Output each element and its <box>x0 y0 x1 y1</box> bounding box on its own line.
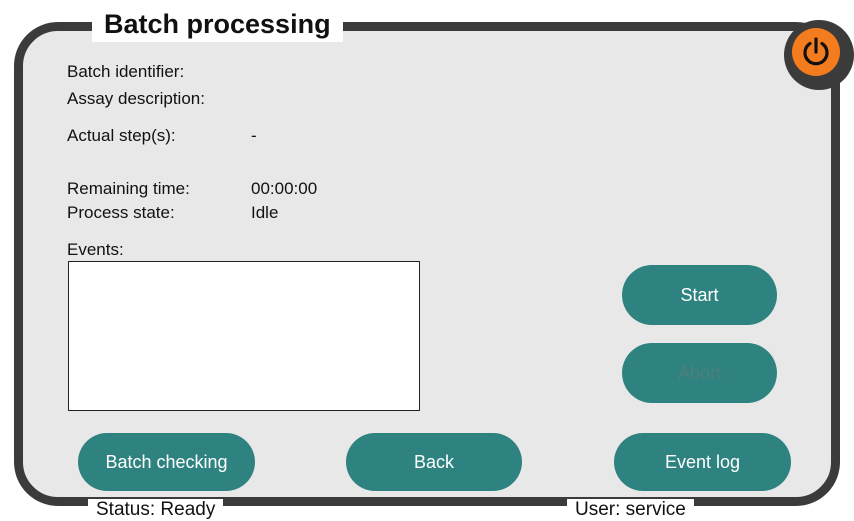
power-button[interactable] <box>792 28 840 76</box>
actual-steps-label: Actual step(s): <box>67 126 176 145</box>
page-title: Batch processing <box>92 6 343 42</box>
status-text: Status: Ready <box>88 499 224 521</box>
remaining-time-value: 00:00:00 <box>251 179 318 198</box>
batch-identifier-label: Batch identifier: <box>67 62 185 81</box>
actual-steps-value: - <box>251 126 257 145</box>
power-icon <box>803 37 829 66</box>
abort-button[interactable]: Abort <box>622 343 777 403</box>
process-state-label: Process state: <box>67 203 175 222</box>
events-label: Events: <box>67 240 124 259</box>
start-button[interactable]: Start <box>622 265 777 325</box>
batch-checking-button[interactable]: Batch checking <box>78 433 255 491</box>
back-button[interactable]: Back <box>346 433 522 491</box>
remaining-time-label: Remaining time: <box>67 179 190 198</box>
user-text: User: service <box>567 499 694 521</box>
assay-description-label: Assay description: <box>67 89 205 108</box>
events-list[interactable] <box>68 261 420 411</box>
process-state-value: Idle <box>251 203 279 222</box>
event-log-button[interactable]: Event log <box>614 433 791 491</box>
